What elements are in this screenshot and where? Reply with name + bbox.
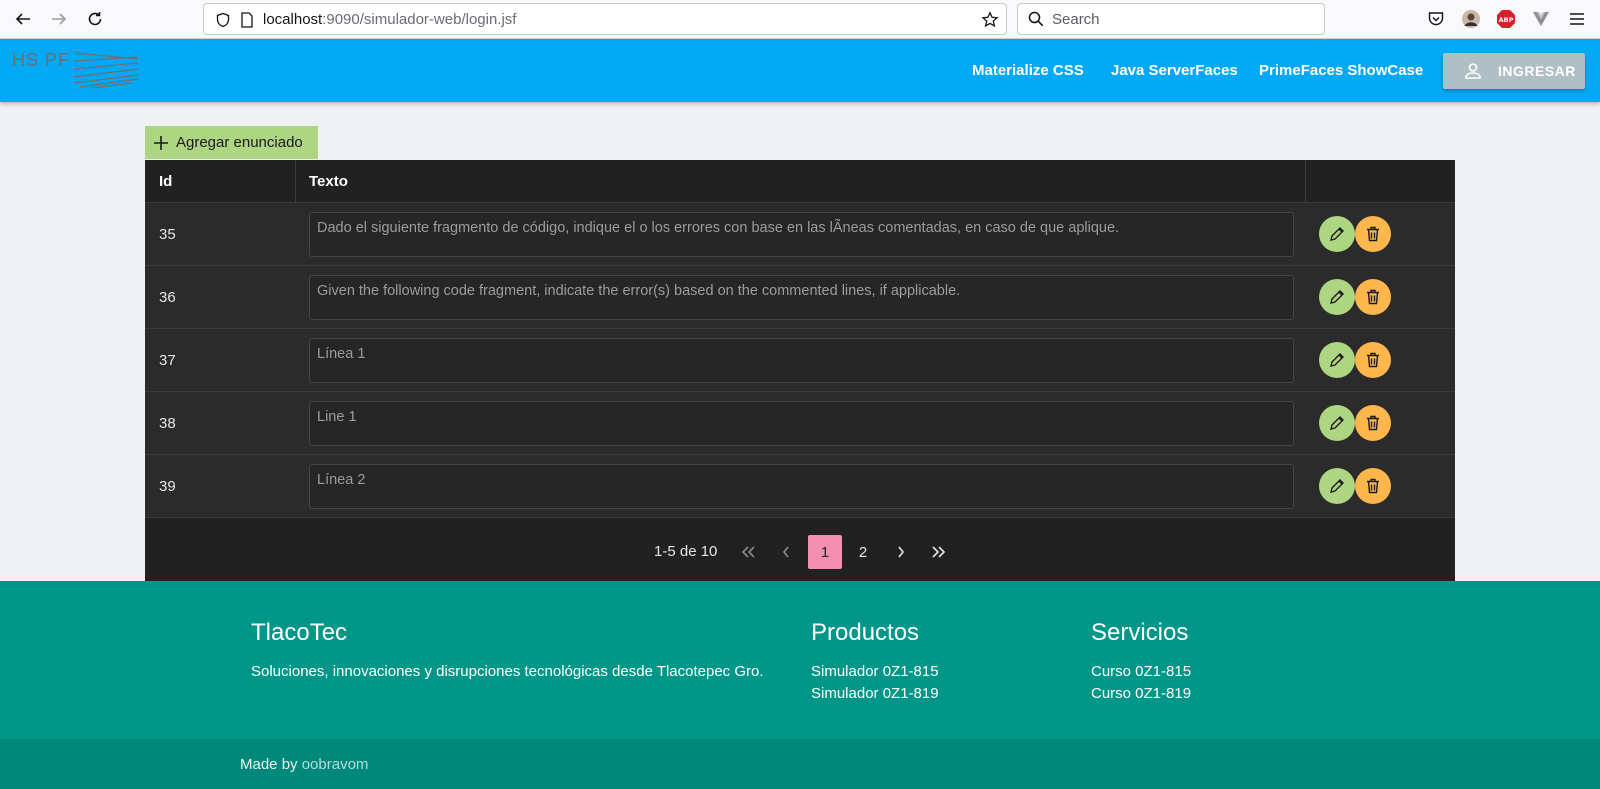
table-row: 35 Dado el siguiente fragmento de código… (145, 203, 1455, 266)
row-id: 38 (159, 415, 176, 432)
trash-icon (1367, 478, 1379, 494)
person-icon (1463, 61, 1483, 81)
forward-icon[interactable] (46, 6, 72, 32)
browser-toolbar: localhost:9090/simulador-web/login.jsf S… (0, 0, 1600, 39)
row-text-field[interactable]: Línea 2 (309, 464, 1294, 509)
next-page-icon[interactable] (884, 535, 918, 569)
logo-text: HS PF (12, 50, 71, 70)
trash-icon (1367, 415, 1379, 431)
footer-product-link[interactable]: Simulador 0Z1-815 (811, 663, 939, 680)
pencil-icon (1330, 290, 1344, 304)
edit-button[interactable] (1319, 342, 1355, 378)
shield-icon[interactable] (214, 11, 232, 29)
footer: TlacoTec Soluciones, innovaciones y disr… (0, 581, 1600, 739)
edit-button[interactable] (1319, 216, 1355, 252)
search-icon (1027, 10, 1045, 28)
delete-button[interactable] (1355, 279, 1391, 315)
login-button[interactable]: INGRESAR (1443, 53, 1585, 89)
table-header: Id Texto (145, 160, 1455, 203)
search-bar[interactable]: Search (1017, 3, 1325, 35)
statements-table: Id Texto 35 Dado el siguiente fragmento … (145, 160, 1455, 581)
trash-icon (1367, 352, 1379, 368)
trash-icon (1367, 289, 1379, 305)
plus-icon (154, 135, 168, 150)
delete-button[interactable] (1355, 342, 1391, 378)
footer-bottom: Made by oobravom (0, 739, 1600, 789)
author-link[interactable]: oobravom (302, 756, 369, 773)
pencil-icon (1330, 416, 1344, 430)
pencil-icon (1330, 227, 1344, 241)
reload-icon[interactable] (82, 6, 108, 32)
footer-products-title: Productos (811, 619, 920, 646)
address-bar[interactable]: localhost:9090/simulador-web/login.jsf (203, 3, 1007, 35)
row-text-field[interactable]: Given the following code fragment, indic… (309, 275, 1294, 320)
row-text-field[interactable]: Line 1 (309, 401, 1294, 446)
vue-devtools-icon[interactable] (1530, 8, 1552, 30)
row-text-field[interactable]: Línea 1 (309, 338, 1294, 383)
delete-button[interactable] (1355, 405, 1391, 441)
page-report: 1-5 de 10 (654, 543, 718, 560)
first-page-icon[interactable] (731, 535, 765, 569)
url-text: localhost:9090/simulador-web/login.jsf (263, 11, 517, 28)
trash-icon (1367, 226, 1379, 242)
page-button-1[interactable]: 1 (808, 535, 842, 569)
row-id: 36 (159, 289, 176, 306)
column-header-texto[interactable]: Texto (309, 173, 348, 190)
footer-service-link[interactable]: Curso 0Z1-819 (1091, 685, 1191, 702)
edit-button[interactable] (1319, 468, 1355, 504)
table-row: 38 Line 1 (145, 392, 1455, 455)
nav-java-serverfaces[interactable]: Java ServerFaces (1111, 62, 1238, 79)
row-id: 35 (159, 226, 176, 243)
row-text: Line 1 (317, 409, 357, 425)
edit-button[interactable] (1319, 279, 1355, 315)
footer-service-link[interactable]: Curso 0Z1-815 (1091, 663, 1191, 680)
svg-text:ABP: ABP (1499, 16, 1514, 24)
nav-primefaces-showcase[interactable]: PrimeFaces ShowCase (1259, 62, 1423, 79)
bookmark-star-icon[interactable] (981, 11, 999, 29)
pencil-icon (1330, 479, 1344, 493)
delete-button[interactable] (1355, 216, 1391, 252)
row-text-field[interactable]: Dado el siguiente fragmento de código, i… (309, 212, 1294, 257)
menu-icon[interactable] (1566, 8, 1588, 30)
login-label: INGRESAR (1498, 63, 1576, 79)
nav-materialize-css[interactable]: Materialize CSS (972, 62, 1084, 79)
delete-button[interactable] (1355, 468, 1391, 504)
row-id: 37 (159, 352, 176, 369)
app-header: HS PF Materialize CSS Java ServerFaces P… (0, 39, 1600, 102)
footer-product-link[interactable]: Simulador 0Z1-819 (811, 685, 939, 702)
add-statement-label: Agregar enunciado (176, 134, 303, 151)
row-id: 39 (159, 478, 176, 495)
table-row: 36 Given the following code fragment, in… (145, 266, 1455, 329)
page-icon[interactable] (238, 11, 256, 29)
last-page-icon[interactable] (922, 535, 956, 569)
footer-brand-title: TlacoTec (251, 619, 348, 646)
add-statement-button[interactable]: Agregar enunciado (145, 126, 318, 159)
pencil-icon (1330, 353, 1344, 367)
account-avatar-icon[interactable] (1460, 8, 1482, 30)
table-row: 37 Línea 1 (145, 329, 1455, 392)
row-text: Línea 1 (317, 346, 366, 362)
logo[interactable]: HS PF (12, 47, 139, 93)
search-placeholder: Search (1052, 11, 1100, 28)
row-text: Given the following code fragment, indic… (317, 283, 961, 299)
adblock-icon[interactable]: ABP (1495, 8, 1517, 30)
row-text: Dado el siguiente fragmento de código, i… (317, 220, 1120, 236)
logo-lines-icon (73, 52, 139, 89)
footer-brand-text: Soluciones, innovaciones y disrupciones … (251, 663, 764, 680)
edit-button[interactable] (1319, 405, 1355, 441)
paginator: 1-5 de 10 1 2 (145, 518, 1455, 581)
page-button-2[interactable]: 2 (846, 535, 880, 569)
prev-page-icon[interactable] (769, 535, 803, 569)
made-by-text: Made by oobravom (240, 756, 369, 773)
column-header-id[interactable]: Id (159, 173, 172, 190)
pocket-icon[interactable] (1425, 8, 1447, 30)
table-row: 39 Línea 2 (145, 455, 1455, 518)
footer-services-title: Servicios (1091, 619, 1189, 646)
back-icon[interactable] (10, 6, 36, 32)
row-text: Línea 2 (317, 472, 366, 488)
